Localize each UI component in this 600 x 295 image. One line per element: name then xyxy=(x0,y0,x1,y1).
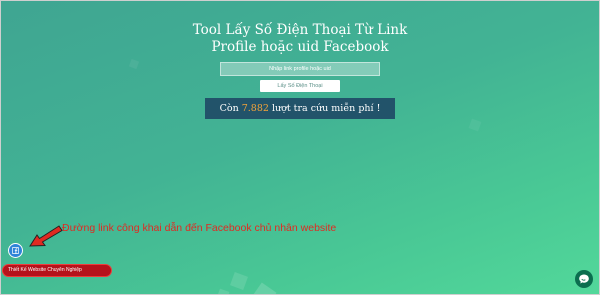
chat-button[interactable] xyxy=(575,270,593,288)
counter-prefix: Còn xyxy=(219,103,239,114)
get-phone-number-button[interactable]: Lấy Số Điện Thoại xyxy=(260,80,340,92)
decorative-square xyxy=(128,58,140,70)
decorative-square xyxy=(230,272,248,290)
facebook-floating-button[interactable] xyxy=(8,243,23,258)
page-title-line2: Profile hoặc uid Facebook xyxy=(211,39,389,55)
page-title-line1: Tool Lấy Số Điện Thoại Từ Link xyxy=(192,22,408,38)
counter-value: 7.882 xyxy=(241,103,269,114)
free-lookups-counter: Còn 7.882 lượt tra cứu miễn phí ! xyxy=(205,98,395,119)
counter-suffix: lượt tra cứu miễn phí ! xyxy=(271,103,381,114)
website-design-link[interactable]: Thiết Kế Website Chuyên Nghiệp xyxy=(2,264,112,277)
facebook-icon xyxy=(12,247,19,254)
decorative-square xyxy=(468,118,482,132)
chat-bubble-icon xyxy=(579,274,589,284)
page-background: Tool Lấy Số Điện Thoại Từ Link Profile h… xyxy=(0,0,600,295)
red-arrow-icon xyxy=(29,225,63,247)
decorative-square xyxy=(216,288,230,295)
decorative-square xyxy=(251,282,277,295)
annotation-text: Đường link công khai dẫn đến Facebook ch… xyxy=(62,222,337,234)
profile-link-input[interactable] xyxy=(220,62,380,76)
page-title: Tool Lấy Số Điện Thoại Từ Link Profile h… xyxy=(180,22,420,56)
